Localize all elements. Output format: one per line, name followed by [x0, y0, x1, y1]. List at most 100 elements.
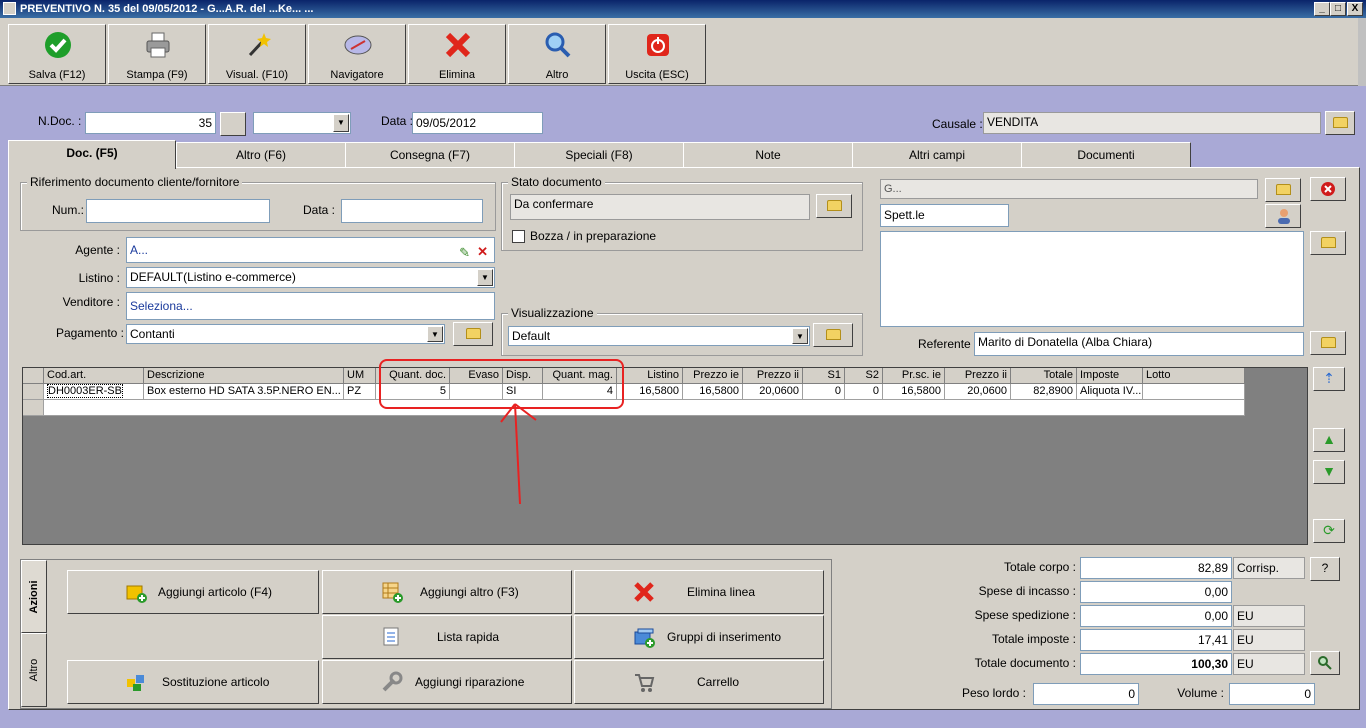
cell-um[interactable]: PZ — [344, 384, 376, 400]
referente-field[interactable]: Marito di Donatella (Alba Chiara) — [974, 332, 1304, 356]
move-top-button[interactable]: ⇡ — [1313, 367, 1345, 391]
address-browse-button[interactable] — [1310, 231, 1346, 255]
cliente-address-field[interactable] — [880, 231, 1304, 327]
pagamento-browse-button[interactable] — [453, 322, 493, 346]
cell-s1[interactable]: 0 — [803, 384, 845, 400]
col-s2[interactable]: S2 — [845, 368, 883, 384]
add-repair-button[interactable]: Aggiungi riparazione — [322, 660, 572, 704]
add-article-button[interactable]: Aggiungi articolo (F4) — [67, 570, 319, 614]
cell-descrizione[interactable]: Box esterno HD SATA 3.5P.NERO EN... — [144, 384, 344, 400]
ndoc-extra-button[interactable] — [220, 112, 246, 136]
pagamento-select[interactable]: Contanti ▼ — [126, 324, 445, 344]
empty-cell[interactable] — [44, 400, 1245, 416]
date-field[interactable]: 09/05/2012 — [412, 112, 543, 134]
cell-imposte[interactable]: Aliquota IV... — [1077, 384, 1143, 400]
agente-field[interactable]: A... ✎ ✕ — [126, 237, 495, 263]
print-button[interactable]: Stampa (F9) — [108, 24, 206, 84]
tab-altri-campi[interactable]: Altri campi — [852, 142, 1022, 168]
refresh-button[interactable]: ⟳ — [1313, 519, 1345, 543]
maximize-button[interactable]: □ — [1330, 2, 1346, 16]
tab-altro-actions[interactable]: Altro — [21, 633, 47, 707]
tab-documenti[interactable]: Documenti — [1021, 142, 1191, 168]
cliente-browse-button[interactable] — [1265, 178, 1301, 202]
tab-speciali[interactable]: Speciali (F8) — [514, 142, 684, 168]
bozza-checkbox[interactable] — [512, 230, 525, 243]
totale-imposte-field[interactable]: 17,41 — [1080, 629, 1232, 651]
cell-cod-art[interactable]: DH0003ER-SB — [44, 384, 144, 400]
save-button[interactable]: Salva (F12) — [8, 24, 106, 84]
minimize-button[interactable]: _ — [1314, 2, 1330, 16]
table-row-empty[interactable] — [23, 400, 1245, 416]
cliente-name-field[interactable]: G... — [880, 179, 1258, 199]
quick-list-button[interactable]: Lista rapida — [322, 615, 572, 659]
col-um[interactable]: UM — [344, 368, 376, 384]
cell-listino[interactable]: 16,5800 — [617, 384, 683, 400]
spese-spedizione-field[interactable]: 0,00 — [1080, 605, 1232, 627]
cell-prezzo-ie[interactable]: 16,5800 — [683, 384, 743, 400]
zoom-button[interactable] — [1310, 651, 1340, 675]
move-down-button[interactable]: ▼ — [1313, 460, 1345, 484]
other-button[interactable]: Altro — [508, 24, 606, 84]
visual-select[interactable]: Default ▼ — [508, 326, 810, 346]
causale-field[interactable]: VENDITA — [983, 112, 1321, 134]
volume-field[interactable]: 0 — [1229, 683, 1315, 705]
pencil-icon[interactable]: ✎ — [459, 241, 470, 262]
visual-browse-button[interactable] — [813, 323, 853, 347]
insert-groups-button[interactable]: Gruppi di inserimento — [574, 615, 824, 659]
add-other-button[interactable]: Aggiungi altro (F3) — [322, 570, 572, 614]
stato-field[interactable]: Da confermare — [510, 194, 810, 220]
stato-browse-button[interactable] — [816, 194, 852, 218]
peso-lordo-field[interactable]: 0 — [1033, 683, 1139, 705]
cell-prezzo-ii-2[interactable]: 20,0600 — [945, 384, 1011, 400]
venditore-field[interactable]: Seleziona... — [126, 292, 495, 320]
totale-corpo-field[interactable]: 82,89 — [1080, 557, 1232, 579]
cell-lotto[interactable] — [1143, 384, 1245, 400]
spese-incasso-field[interactable]: 0,00 — [1080, 581, 1232, 603]
col-lotto[interactable]: Lotto — [1143, 368, 1245, 384]
tab-doc[interactable]: Doc. (F5) — [8, 140, 176, 169]
corrisp-field[interactable]: Corrisp. — [1233, 557, 1305, 579]
row-indicator[interactable] — [23, 384, 44, 400]
exit-button[interactable]: Uscita (ESC) — [608, 24, 706, 84]
ndoc-field[interactable]: 35 — [85, 112, 216, 134]
navigator-button[interactable]: Navigatore — [308, 24, 406, 84]
col-s1[interactable]: S1 — [803, 368, 845, 384]
delete-line-button[interactable]: Elimina linea — [574, 570, 824, 614]
cliente-clear-button[interactable] — [1310, 177, 1346, 201]
clear-x-icon[interactable]: ✕ — [477, 240, 488, 262]
col-descrizione[interactable]: Descrizione — [144, 368, 344, 384]
tab-azioni[interactable]: Azioni — [21, 560, 47, 633]
series-select[interactable]: ▼ — [253, 112, 351, 134]
cell-totale[interactable]: 82,8900 — [1011, 384, 1077, 400]
delete-button[interactable]: Elimina — [408, 24, 506, 84]
causale-browse-button[interactable] — [1325, 111, 1355, 135]
col-totale[interactable]: Totale — [1011, 368, 1077, 384]
row-indicator[interactable] — [23, 400, 44, 416]
col-pr-sc-ie[interactable]: Pr.sc. ie — [883, 368, 945, 384]
cell-pr-sc-ie[interactable]: 16,5800 — [883, 384, 945, 400]
help-button[interactable]: ? — [1310, 557, 1340, 581]
close-window-button[interactable]: X — [1347, 2, 1363, 16]
cell-prezzo-ii[interactable]: 20,0600 — [743, 384, 803, 400]
replace-article-button[interactable]: Sostituzione articolo — [67, 660, 319, 704]
col-prezzo-ii[interactable]: Prezzo ii — [743, 368, 803, 384]
rif-num-field[interactable] — [86, 199, 270, 223]
referente-browse-button[interactable] — [1310, 331, 1346, 355]
col-prezzo-ie[interactable]: Prezzo ie — [683, 368, 743, 384]
cart-button[interactable]: Carrello — [574, 660, 824, 704]
visual-button[interactable]: Visual. (F10) — [208, 24, 306, 84]
rif-date-field[interactable] — [341, 199, 483, 223]
contact-button[interactable] — [1265, 204, 1301, 228]
col-listino[interactable]: Listino — [617, 368, 683, 384]
totale-documento-field[interactable]: 100,30 — [1080, 653, 1232, 675]
tab-note[interactable]: Note — [683, 142, 853, 168]
cell-s2[interactable]: 0 — [845, 384, 883, 400]
col-prezzo-ii-2[interactable]: Prezzo ii — [945, 368, 1011, 384]
col-cod-art[interactable]: Cod.art. — [44, 368, 144, 384]
table-row[interactable]: DH0003ER-SB Box esterno HD SATA 3.5P.NER… — [23, 384, 1245, 400]
tab-altro[interactable]: Altro (F6) — [176, 142, 346, 168]
col-imposte[interactable]: Imposte — [1077, 368, 1143, 384]
spett-field[interactable]: Spett.le — [880, 204, 1009, 227]
listino-select[interactable]: DEFAULT(Listino e-commerce) ▼ — [126, 267, 495, 288]
move-up-button[interactable]: ▲ — [1313, 428, 1345, 452]
